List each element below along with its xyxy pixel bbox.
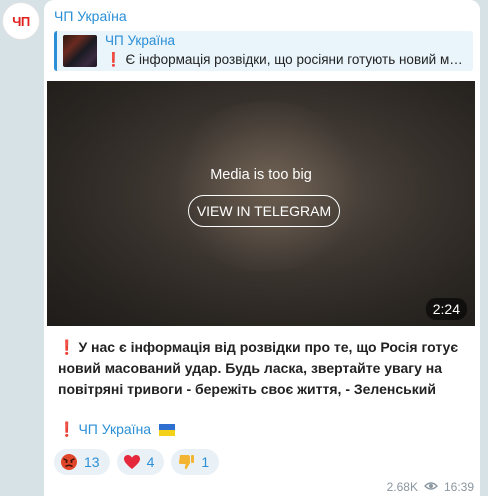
reaction-thumbs-down[interactable]: 1 [171, 449, 220, 475]
view-count: 2.68K [386, 480, 418, 494]
reaction-count: 1 [201, 454, 210, 470]
message-body: У нас є інформація від розвідки про те, … [58, 339, 459, 397]
message-time: 16:39 [443, 480, 474, 494]
ukraine-flag-icon [158, 423, 175, 439]
view-in-telegram-button[interactable]: VIEW IN TELEGRAM [188, 195, 340, 227]
channel-name[interactable]: ЧП Україна [54, 8, 127, 24]
reaction-count: 13 [84, 454, 100, 470]
reaction-angry[interactable]: 13 [54, 449, 110, 475]
avatar-text: ЧП [12, 13, 30, 29]
reactions-bar: 13 4 1 [54, 449, 220, 475]
reaction-heart[interactable]: 4 [116, 449, 165, 475]
reply-preview[interactable]: ЧП Україна ❗ Є інформація розвідки, що р… [54, 31, 473, 71]
reply-title: ЧП Україна [105, 33, 176, 48]
video-duration: 2:24 [425, 298, 467, 320]
media-too-big-notice: Media is too big [210, 167, 312, 183]
reply-text: ❗ Є інформація розвідки, що росіяни готу… [105, 52, 469, 67]
message-text: ❗ У нас є інформація від розвідки про те,… [58, 337, 468, 400]
angry-face-icon [60, 453, 78, 471]
blurred-video-frame [167, 101, 367, 271]
message-bubble: ЧП Україна ЧП Україна ❗ Є інформація роз… [44, 0, 480, 496]
eye-icon [424, 480, 438, 494]
channel-avatar[interactable]: ЧП [2, 2, 40, 40]
exclamation-icon: ❗ [58, 339, 76, 355]
signature-text: ЧП Україна [78, 421, 152, 437]
message-meta: 2.68K 16:39 [387, 480, 474, 494]
channel-signature[interactable]: ❗ ЧП Україна [58, 421, 175, 439]
exclamation-icon: ❗ [58, 421, 76, 437]
red-heart-icon [123, 453, 141, 471]
video-preview[interactable]: Media is too big VIEW IN TELEGRAM 2:24 [47, 81, 475, 326]
reply-thumbnail [63, 35, 97, 67]
thumbs-down-icon [177, 453, 195, 471]
reaction-count: 4 [146, 454, 155, 470]
